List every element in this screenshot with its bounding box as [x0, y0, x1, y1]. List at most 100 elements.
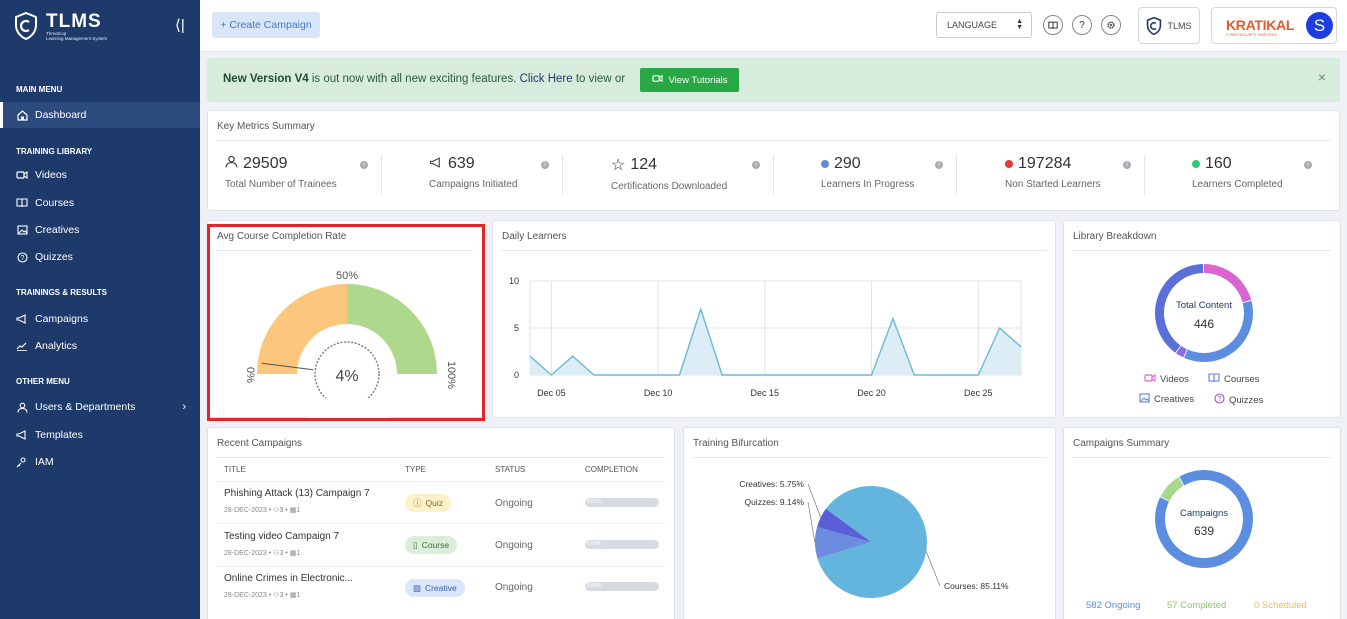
info-icon[interactable]: i: [752, 161, 760, 169]
click-here-link[interactable]: Click Here: [520, 73, 573, 85]
info-icon[interactable]: i: [1123, 161, 1131, 169]
campaign-users: 3: [279, 507, 284, 514]
sidebar-item-courses[interactable]: Courses: [0, 190, 200, 216]
book-icon: [16, 197, 28, 209]
y-tick-label: 5: [514, 323, 519, 333]
campaign-title[interactable]: Testing video Campaign 7: [224, 531, 339, 542]
star-icon: ☆: [611, 157, 626, 174]
megaphone-icon: [16, 313, 28, 325]
library-breakdown-card: Library Breakdown Total Content 446 Vide…: [1063, 220, 1341, 418]
info-icon[interactable]: i: [360, 161, 368, 169]
sidebar-item-label: Courses: [35, 197, 75, 209]
help-icon[interactable]: ?: [1072, 15, 1092, 35]
select-arrows-icon: ▲ ▼: [1016, 18, 1023, 31]
campaign-items: 1: [296, 507, 301, 514]
leader-line: [925, 551, 941, 587]
leader-line: [807, 501, 816, 543]
sidebar-item-campaigns[interactable]: Campaigns: [0, 306, 200, 332]
sidebar-item-templates[interactable]: Templates: [0, 422, 200, 448]
info-icon[interactable]: i: [935, 161, 943, 169]
campaign-meta: 28-DEC-2023 • ⚇3 • ▦1: [224, 592, 301, 599]
collapse-sidebar-icon[interactable]: ⟨|: [175, 16, 185, 34]
account-menu[interactable]: KRATIKAL CYBER SECURITY SIMPLIFIED S: [1211, 7, 1337, 44]
campaign-users: 3: [279, 550, 284, 557]
video-icon: [16, 169, 28, 181]
sidebar-item-iam[interactable]: IAM: [0, 449, 200, 475]
campaign-items: 1: [296, 592, 301, 599]
sidebar-item-creatives[interactable]: Creatives: [0, 217, 200, 243]
partner-tagline: CYBER SECURITY SIMPLIFIED: [1226, 33, 1278, 37]
sidebar-item-label: Analytics: [35, 340, 78, 352]
key-metrics-card: Key Metrics Summary 29509 Total Number o…: [207, 110, 1340, 211]
type-badge-quiz: ⓘ Quiz: [405, 494, 451, 512]
card-title: Recent Campaigns: [217, 438, 303, 449]
video-icon: [651, 74, 663, 86]
language-select[interactable]: LANGUAGE ▲ ▼: [936, 12, 1032, 38]
type-badge-course: ▯ Course: [405, 536, 458, 554]
status-dot: [821, 160, 829, 168]
sidebar-item-label: Users & Departments: [35, 401, 136, 413]
shield-logo-icon: [1147, 16, 1162, 35]
col-header-title: TITLE: [224, 465, 246, 474]
svg-text:?: ?: [20, 255, 24, 262]
info-icon[interactable]: i: [1304, 161, 1312, 169]
megaphone-icon: [429, 155, 443, 173]
pie-label: Courses: 85.11%: [944, 581, 1009, 591]
sidebar-item-label: Creatives: [35, 224, 80, 236]
x-tick-label: Dec 15: [751, 388, 780, 398]
sidebar-item-users-departments[interactable]: Users & Departments ›: [0, 394, 200, 420]
legend-videos: Videos: [1144, 373, 1189, 386]
metric-completed: 160 Learners Completed: [1192, 155, 1283, 190]
image-icon: [1139, 393, 1150, 406]
section-trainings-results: TRAININGS & RESULTS: [16, 288, 107, 297]
completion-bar: 0.00%: [585, 540, 659, 549]
alert-text: New Version V4 is out now with all new e…: [223, 73, 625, 85]
book-icon[interactable]: [1043, 15, 1063, 35]
campaign-meta: 28-DEC-2023 • ⚇3 • ▦1: [224, 550, 301, 557]
info-icon[interactable]: i: [541, 161, 549, 169]
metric-label: Campaigns Initiated: [429, 179, 518, 190]
col-header-status: STATUS: [495, 465, 526, 474]
sidebar-item-label: Templates: [35, 429, 83, 441]
sidebar-item-dashboard[interactable]: Dashboard: [0, 102, 200, 128]
sidebar-item-videos[interactable]: Videos: [0, 162, 200, 188]
donut-slice[interactable]: [1204, 264, 1252, 303]
legend-label: Quizzes: [1229, 394, 1264, 406]
pie-label: Quizzes: 9.14%: [744, 497, 804, 507]
create-campaign-button[interactable]: + Create Campaign: [212, 12, 320, 38]
app-logo[interactable]: TLMS Threatcop Learning Management Syste…: [0, 0, 200, 52]
campaign-items: 1: [296, 550, 301, 557]
sidebar-item-quizzes[interactable]: ? Quizzes: [0, 244, 200, 270]
campaign-title[interactable]: Online Crimes in Electronic...: [224, 573, 353, 584]
metric-label: Learners In Progress: [821, 179, 915, 190]
area-fill: [530, 309, 1021, 375]
sidebar-item-analytics[interactable]: Analytics: [0, 333, 200, 359]
close-icon[interactable]: ×: [1318, 69, 1326, 85]
view-tutorials-button[interactable]: View Tutorials: [640, 68, 739, 92]
avatar[interactable]: S: [1306, 12, 1333, 39]
donut-center-label: Campaigns: [1180, 508, 1228, 519]
shield-logo-icon: [15, 12, 37, 40]
question-icon: ?: [16, 251, 28, 263]
metric-certifications: ☆ 124 Certifications Downloaded: [611, 155, 727, 192]
type-badge-creative: ▨ Creative: [405, 579, 465, 597]
metric-label: Non Started Learners: [1005, 179, 1101, 190]
gear-icon[interactable]: [1101, 15, 1121, 35]
legend-scheduled: 0 Scheduled: [1254, 600, 1307, 611]
campaign-title[interactable]: Phishing Attack (13) Campaign 7: [224, 488, 370, 499]
alert-text-1: is out now with all new exciting feature…: [308, 73, 520, 85]
metric-value: 197284: [1018, 155, 1072, 172]
app-title: TLMS: [46, 10, 102, 32]
sidebar: TLMS Threatcop Learning Management Syste…: [0, 0, 200, 619]
donut-slice[interactable]: [1160, 477, 1184, 501]
legend-quizzes: ? Quizzes: [1214, 393, 1263, 407]
question-icon: ⓘ: [413, 498, 422, 508]
section-main-menu: MAIN MENU: [16, 85, 63, 94]
campaign-users: 3: [279, 592, 284, 599]
iam-icon: [16, 456, 28, 468]
x-tick-label: Dec 25: [964, 388, 993, 398]
legend-label: Courses: [1224, 374, 1260, 385]
tlms-switch[interactable]: TLMS: [1138, 7, 1200, 44]
legend-courses: Courses: [1208, 373, 1259, 386]
metric-label: Certifications Downloaded: [611, 181, 728, 192]
